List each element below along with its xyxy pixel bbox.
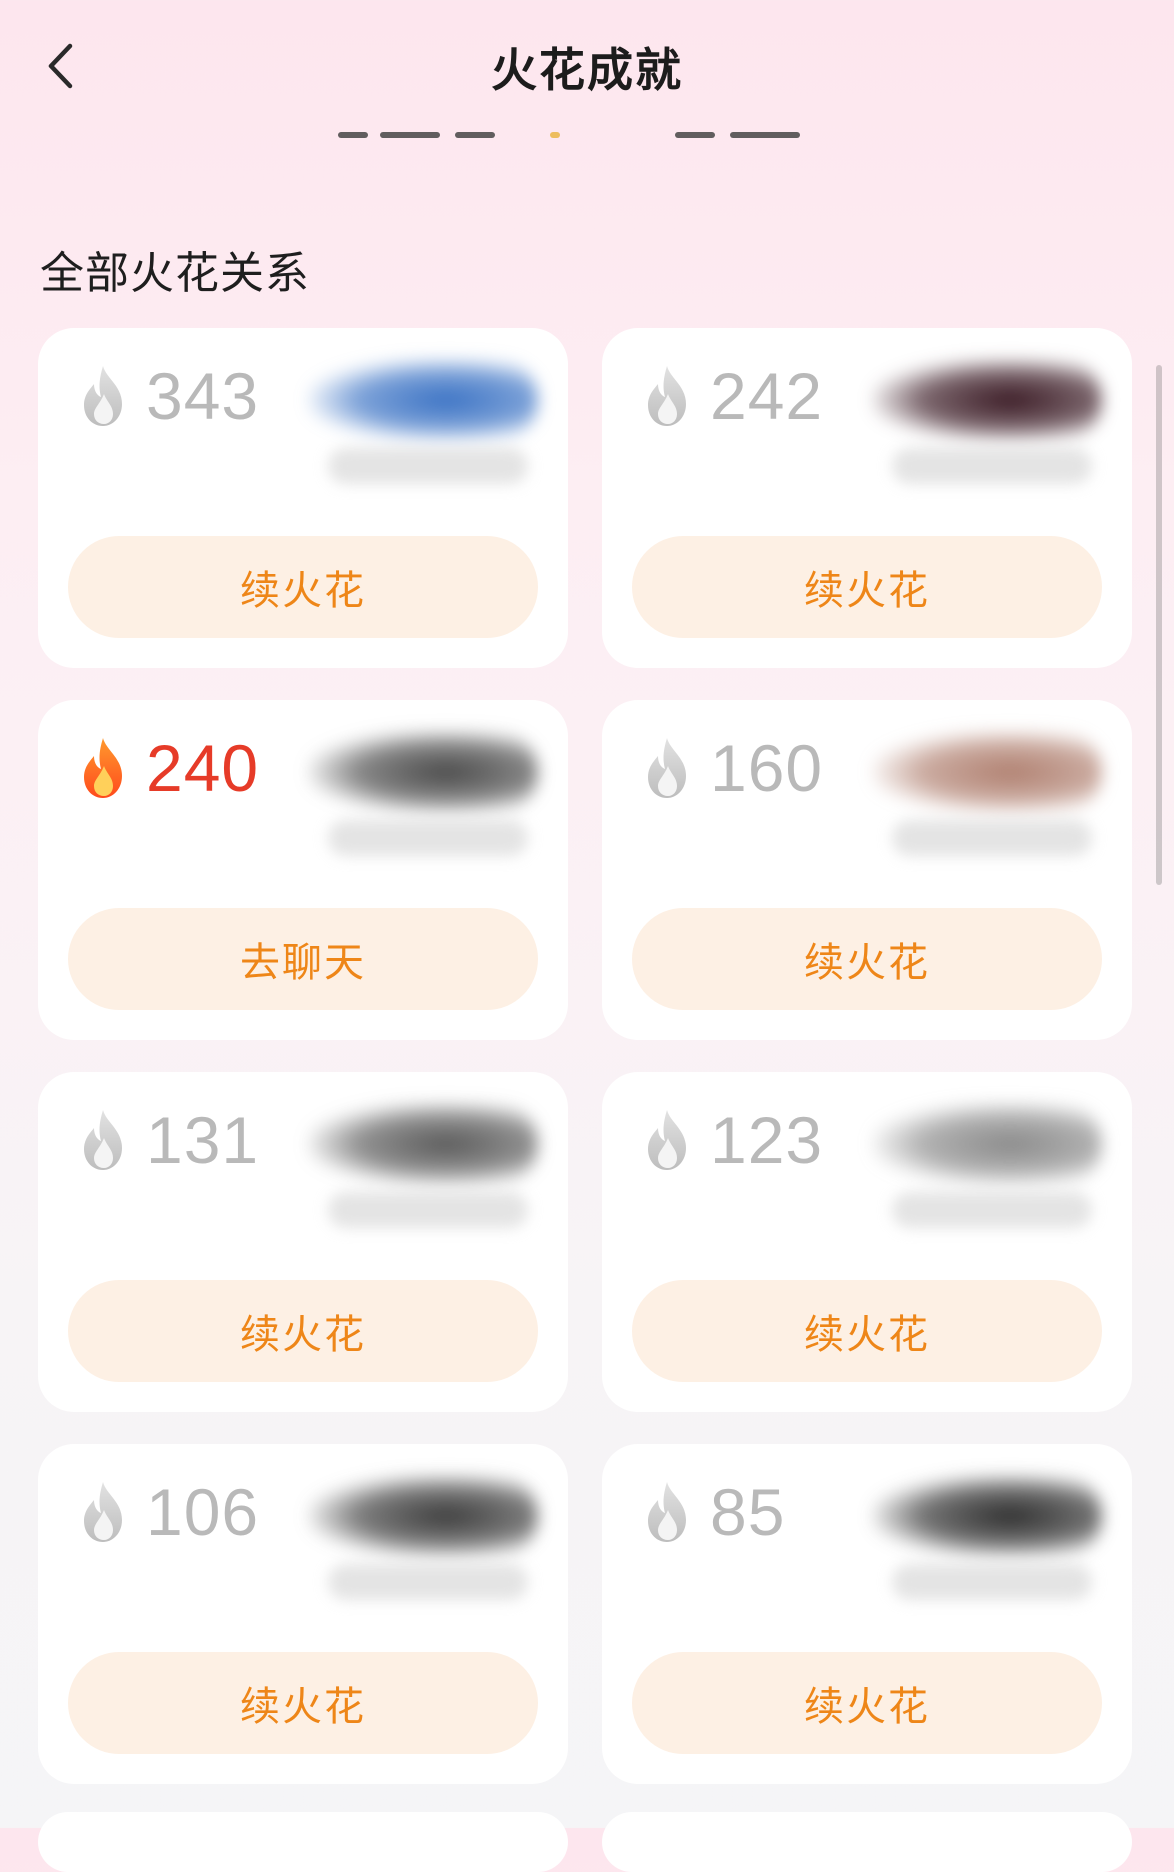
- spark-count: 106: [146, 1475, 260, 1549]
- continue-spark-button[interactable]: 续火花: [632, 1280, 1102, 1382]
- spark-card[interactable]: 123 续火花: [602, 1072, 1132, 1412]
- avatar[interactable]: [308, 1102, 538, 1186]
- spark-stat: 123: [640, 1100, 823, 1180]
- redacted-friend-info: [308, 1092, 538, 1242]
- gray-flame-icon: [76, 1480, 146, 1544]
- spark-card[interactable]: 85 续火花: [602, 1444, 1132, 1784]
- redacted-friend-info: [872, 1092, 1102, 1242]
- spark-card[interactable]: 160 续火花: [602, 700, 1132, 1040]
- go-chat-button[interactable]: 去聊天: [68, 908, 538, 1010]
- spark-count: 343: [146, 359, 260, 433]
- gray-flame-icon: [640, 364, 710, 428]
- scrollbar[interactable]: [1156, 365, 1162, 885]
- gray-flame-icon: [640, 1108, 710, 1172]
- spark-stat: 160: [640, 728, 823, 808]
- redacted-friend-info: [872, 348, 1102, 498]
- avatar[interactable]: [308, 358, 538, 442]
- avatar[interactable]: [872, 1474, 1102, 1558]
- list-item: [38, 1812, 568, 1872]
- continue-spark-button[interactable]: 续火花: [632, 536, 1102, 638]
- fire-flame-icon: [76, 736, 146, 800]
- spark-count: 240: [146, 731, 260, 805]
- list-item: [602, 1812, 1132, 1872]
- page-title: 火花成就: [491, 43, 683, 97]
- scrolled-banner-edge: [330, 124, 850, 140]
- redacted-friend-info: [308, 348, 538, 498]
- redacted-friend-info: [872, 1464, 1102, 1614]
- friend-name: [328, 1564, 528, 1600]
- redacted-friend-info: [872, 720, 1102, 870]
- continue-spark-button[interactable]: 续火花: [68, 1280, 538, 1382]
- avatar[interactable]: [872, 730, 1102, 814]
- continue-spark-button[interactable]: 续火花: [632, 1652, 1102, 1754]
- gray-flame-icon: [640, 736, 710, 800]
- gray-flame-icon: [76, 1108, 146, 1172]
- spark-stat: 85: [640, 1472, 785, 1552]
- spark-card[interactable]: 240 去聊天: [38, 700, 568, 1040]
- continue-spark-button[interactable]: 续火花: [68, 536, 538, 638]
- friend-name: [328, 448, 528, 484]
- friend-name: [892, 1564, 1092, 1600]
- gray-flame-icon: [76, 364, 146, 428]
- spark-card[interactable]: 106 续火花: [38, 1444, 568, 1784]
- redacted-friend-info: [308, 720, 538, 870]
- friend-name: [892, 448, 1092, 484]
- spark-count: 85: [710, 1475, 786, 1549]
- spark-count: 160: [710, 731, 824, 805]
- avatar[interactable]: [308, 1474, 538, 1558]
- spark-count: 123: [710, 1103, 824, 1177]
- avatar[interactable]: [872, 1102, 1102, 1186]
- friend-name: [892, 820, 1092, 856]
- redacted-friend-info: [308, 1464, 538, 1614]
- section-title: 全部火花关系: [40, 248, 310, 299]
- spark-stat: 240: [76, 728, 259, 808]
- avatar[interactable]: [308, 730, 538, 814]
- spark-stat: 343: [76, 356, 259, 436]
- continue-spark-button[interactable]: 续火花: [632, 908, 1102, 1010]
- friend-name: [892, 1192, 1092, 1228]
- friend-name: [328, 820, 528, 856]
- spark-card[interactable]: 242 续火花: [602, 328, 1132, 668]
- gray-flame-icon: [640, 1480, 710, 1544]
- spark-card[interactable]: 131 续火花: [38, 1072, 568, 1412]
- spark-stat: 106: [76, 1472, 259, 1552]
- spark-stat: 242: [640, 356, 823, 436]
- spark-count: 131: [146, 1103, 260, 1177]
- spark-count: 242: [710, 359, 824, 433]
- avatar[interactable]: [872, 358, 1102, 442]
- friend-name: [328, 1192, 528, 1228]
- spark-stat: 131: [76, 1100, 259, 1180]
- spark-card[interactable]: 343 续火花: [38, 328, 568, 668]
- nav-bar: 火花成就: [0, 0, 1174, 130]
- continue-spark-button[interactable]: 续火花: [68, 1652, 538, 1754]
